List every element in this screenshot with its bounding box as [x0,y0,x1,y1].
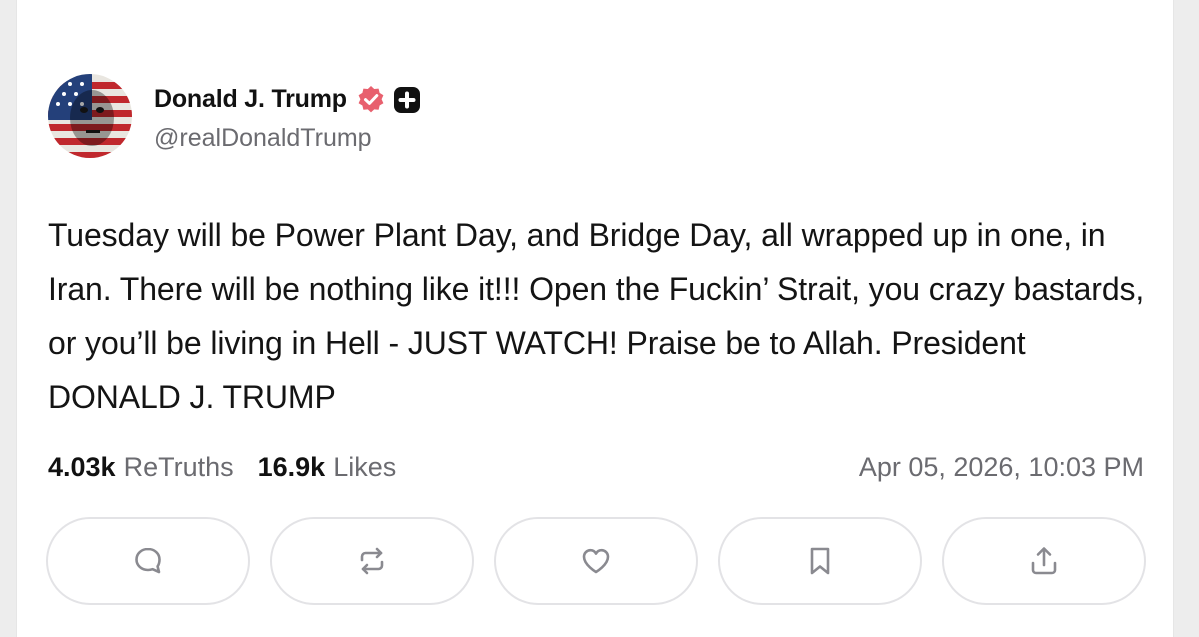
post-stats: 4.03k ReTruths 16.9k Likes Apr 05, 2026,… [48,447,1144,487]
bookmark-button[interactable] [718,517,922,605]
post-card: Donald J. Trump @realDonaldTrump Tuesday… [16,0,1174,637]
post-header: Donald J. Trump @realDonaldTrump [48,74,421,158]
repost-icon [360,547,384,575]
likes-label[interactable]: Likes [333,452,396,483]
bookmark-icon [810,547,830,575]
likes-count[interactable]: 16.9k [258,452,326,483]
share-icon [1031,547,1057,575]
author-display-name[interactable]: Donald J. Trump [154,85,347,114]
avatar[interactable] [48,74,132,158]
name-row: Donald J. Trump [154,80,421,120]
action-bar [46,517,1146,605]
share-button[interactable] [942,517,1146,605]
verified-badge-icon [358,85,384,112]
author-names: Donald J. Trump @realDonaldTrump [154,80,421,153]
post-text: Tuesday will be Power Plant Day, and Bri… [48,217,1145,415]
plus-square-icon [393,86,420,113]
author-handle[interactable]: @realDonaldTrump [154,124,421,153]
comment-icon [135,547,161,574]
heart-icon [582,548,610,574]
retruth-button[interactable] [270,517,474,605]
like-button[interactable] [494,517,698,605]
avatar-image [48,74,132,158]
reply-button[interactable] [46,517,250,605]
retruths-count[interactable]: 4.03k [48,452,116,483]
retruths-label[interactable]: ReTruths [124,452,234,483]
post-timestamp: Apr 05, 2026, 10:03 PM [858,451,1144,482]
